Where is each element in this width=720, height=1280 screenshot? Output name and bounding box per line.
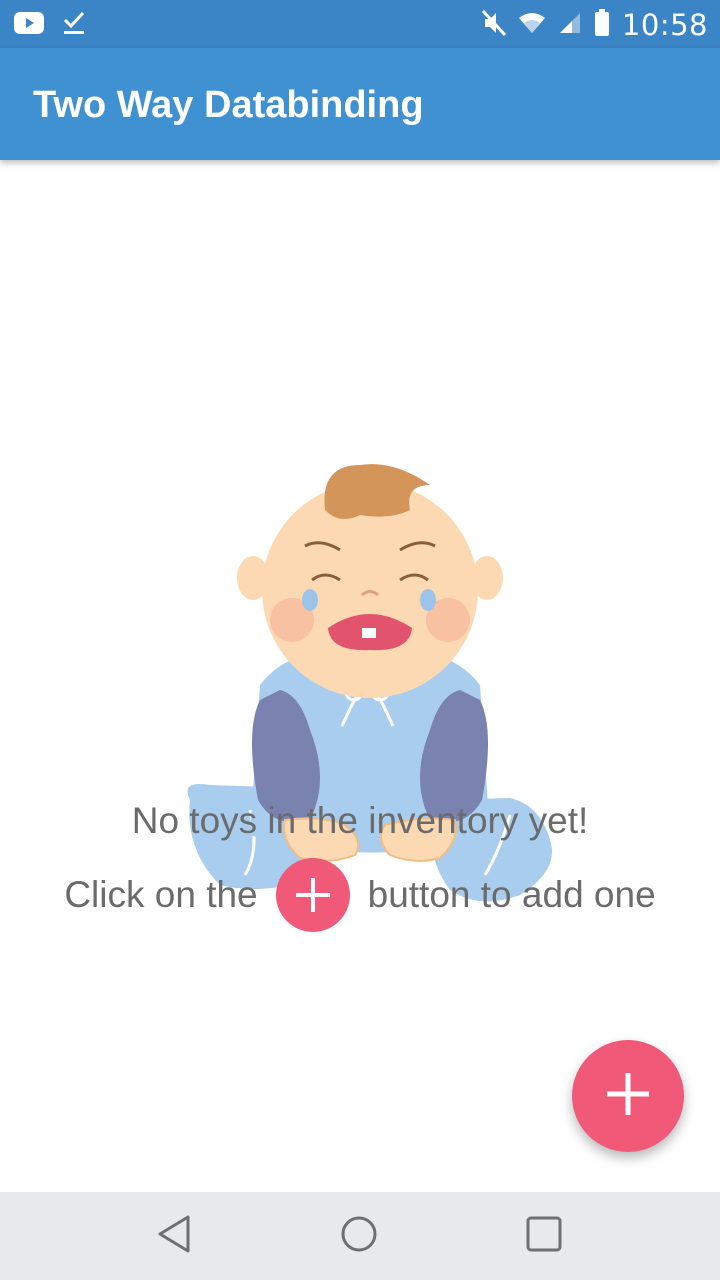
status-left-icons bbox=[14, 10, 86, 40]
status-time: 10:58 bbox=[621, 8, 708, 42]
app-bar: Two Way Databinding bbox=[0, 48, 720, 160]
main-content: No toys in the inventory yet! Click on t… bbox=[0, 160, 720, 1192]
plus-icon bbox=[605, 1071, 651, 1121]
status-bar: 10:58 bbox=[0, 0, 720, 48]
signal-icon bbox=[558, 11, 582, 39]
wifi-icon bbox=[518, 11, 546, 39]
inline-plus-icon bbox=[275, 858, 350, 932]
empty-state-hint: Click on the button to add one bbox=[0, 858, 720, 932]
home-icon bbox=[339, 1214, 379, 1258]
battery-icon bbox=[594, 9, 610, 41]
recents-button[interactable] bbox=[518, 1210, 570, 1262]
empty-state-hint-prefix: Click on the bbox=[64, 874, 258, 915]
home-button[interactable] bbox=[333, 1210, 385, 1262]
back-button[interactable] bbox=[148, 1210, 200, 1262]
recents-icon bbox=[524, 1214, 564, 1258]
empty-state-hint-suffix: button to add one bbox=[367, 874, 656, 915]
back-icon bbox=[156, 1214, 192, 1258]
app-title: Two Way Databinding bbox=[33, 84, 424, 126]
mute-icon bbox=[481, 9, 507, 40]
youtube-icon bbox=[14, 12, 44, 38]
status-right-icons: 10:58 bbox=[481, 8, 708, 42]
add-toy-fab[interactable] bbox=[572, 1040, 684, 1152]
download-done-icon bbox=[62, 11, 86, 39]
empty-state-title: No toys in the inventory yet! bbox=[131, 800, 589, 841]
system-nav-bar bbox=[0, 1192, 720, 1280]
